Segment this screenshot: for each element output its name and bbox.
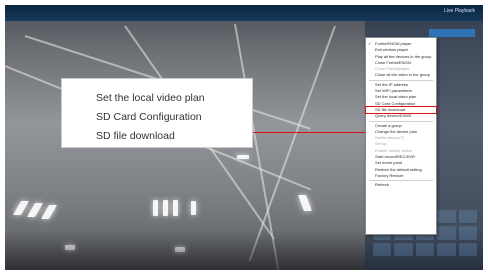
callout-line-sd-card-config: SD Card Configuration bbox=[96, 111, 202, 123]
ceiling-light bbox=[26, 203, 44, 217]
ceiling-light bbox=[12, 201, 30, 215]
ceiling-line bbox=[248, 25, 336, 262]
ptz-button[interactable] bbox=[458, 226, 477, 240]
callout-line-local-video-plan: Set the local video plan bbox=[96, 92, 205, 104]
ceiling-light bbox=[298, 195, 312, 211]
ptz-button[interactable] bbox=[373, 242, 392, 256]
menu-item[interactable]: Factory Restore bbox=[366, 173, 436, 179]
callout-line-sd-file-download: SD file download bbox=[96, 130, 175, 142]
callout-box: Set the local video plan SD Card Configu… bbox=[61, 78, 253, 148]
video-view[interactable]: Live Playback Set the local video plan S… bbox=[5, 5, 483, 270]
menu-separator bbox=[369, 120, 433, 122]
context-menu: Forbid/ENGM player Exit window player Pl… bbox=[365, 37, 437, 235]
menu-item[interactable]: Query device/DVMS bbox=[366, 113, 436, 119]
menu-separator bbox=[369, 79, 433, 81]
ceiling-light bbox=[40, 205, 58, 219]
menu-item[interactable]: Close all the video in the group bbox=[366, 72, 436, 78]
ptz-button[interactable] bbox=[394, 242, 413, 256]
top-bar: Live Playback bbox=[5, 5, 483, 21]
ceiling-light bbox=[153, 200, 158, 216]
panel-header bbox=[429, 29, 475, 37]
menu-separator bbox=[369, 180, 433, 182]
ptz-button[interactable] bbox=[437, 226, 456, 240]
ptz-button[interactable] bbox=[458, 242, 477, 256]
screenshot-frame: Live Playback Set the local video plan S… bbox=[0, 0, 488, 275]
ceiling-light bbox=[163, 200, 168, 216]
ceiling-light bbox=[173, 200, 178, 216]
ceiling-light bbox=[191, 201, 196, 215]
ptz-button[interactable] bbox=[437, 210, 456, 224]
ptz-button[interactable] bbox=[437, 242, 456, 256]
ceiling-light bbox=[237, 155, 249, 159]
menu-item-refresh[interactable]: Refresh bbox=[366, 182, 436, 188]
ptz-button[interactable] bbox=[415, 242, 435, 256]
ptz-button[interactable] bbox=[458, 210, 477, 224]
top-links[interactable]: Live Playback bbox=[444, 8, 475, 14]
